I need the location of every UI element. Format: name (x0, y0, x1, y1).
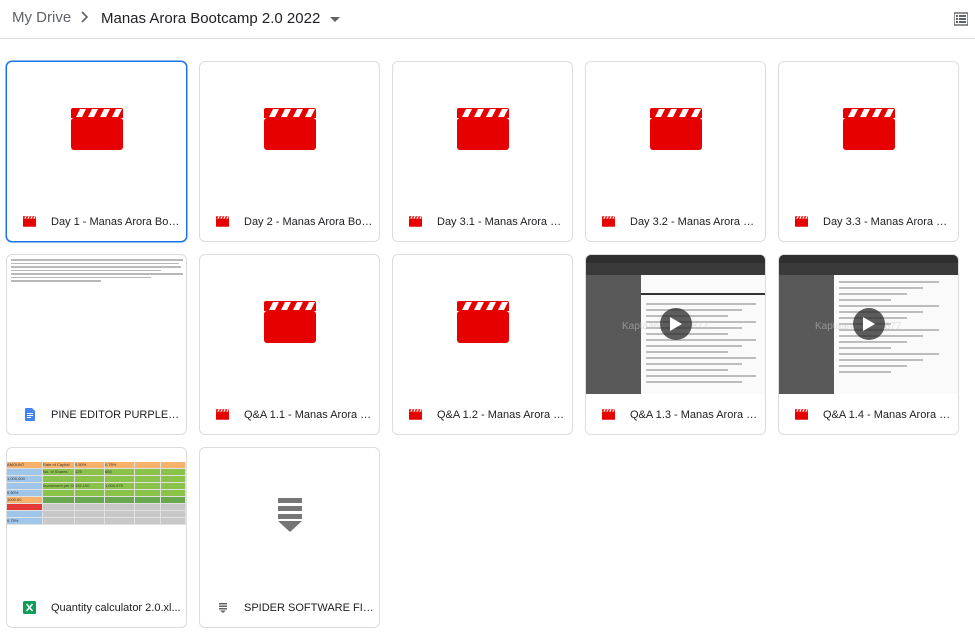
sheets-icon (23, 601, 36, 614)
video-preview-screenshot: Kaptaan…h779877 (779, 255, 958, 394)
video-clapper-icon (23, 215, 36, 228)
file-caption: Day 3.3 - Manas Arora Bo... (779, 201, 958, 241)
chevron-right-icon (80, 10, 90, 29)
file-tile[interactable]: Day 2 - Manas Arora Boo... (199, 61, 380, 242)
video-clapper-icon (649, 108, 702, 155)
video-clapper-icon (795, 408, 808, 421)
file-name: Q&A 1.4 - Manas Arora B... (823, 408, 953, 421)
file-tile[interactable]: Kaptaan…h779877 Q&A 1.4 - Manas Arora B.… (778, 254, 959, 435)
breadcrumb-bar: My Drive Manas Arora Bootcamp 2.0 2022 (0, 0, 975, 39)
preview-browser-tabs (779, 255, 958, 263)
file-name: Day 1 - Manas Arora Boo... (51, 215, 181, 228)
video-preview-screenshot: Kaptaan…h779877 (586, 255, 765, 394)
current-folder-title: Manas Arora Bootcamp 2.0 2022 (101, 9, 321, 27)
file-caption: Q&A 1.3 - Manas Arora B... (586, 394, 765, 434)
video-clapper-icon (263, 108, 316, 155)
file-name: Q&A 1.3 - Manas Arora B... (630, 408, 760, 421)
video-clapper-icon (216, 215, 229, 228)
file-tile[interactable]: Q&A 1.2 - Manas Arora B... (392, 254, 573, 435)
file-tile[interactable]: Day 3.1 - Manas Arora Bo... (392, 61, 573, 242)
file-caption: Quantity calculator 2.0.xl... (7, 587, 186, 627)
file-caption: Q&A 1.1 - Manas Arora B... (200, 394, 379, 434)
file-tile[interactable]: Day 1 - Manas Arora Boo... (6, 61, 187, 242)
file-tile[interactable]: PINE EDITOR PURPLE DO... (6, 254, 187, 435)
video-clapper-icon (842, 108, 895, 155)
list-view-icon[interactable] (953, 12, 969, 26)
play-icon[interactable] (853, 308, 885, 340)
video-clapper-icon (409, 215, 422, 228)
breadcrumb-current-folder[interactable]: Manas Arora Bootcamp 2.0 2022 (101, 9, 341, 27)
file-name: Day 3.1 - Manas Arora Bo... (437, 215, 567, 228)
file-name: Q&A 1.1 - Manas Arora B... (244, 408, 374, 421)
file-name: Day 3.2 - Manas Arora Bo... (630, 215, 760, 228)
caret-down-icon (330, 10, 341, 27)
file-name: Quantity calculator 2.0.xl... (51, 601, 181, 614)
file-tile[interactable]: Day 3.3 - Manas Arora Bo... (778, 61, 959, 242)
archive-icon (277, 498, 302, 537)
video-clapper-icon (602, 408, 615, 421)
file-name: Day 2 - Manas Arora Boo... (244, 215, 374, 228)
preview-browser-tabs (586, 255, 765, 263)
file-tile[interactable]: Kaptaan…h779877 Q&A 1.3 - Manas Arora B.… (585, 254, 766, 435)
video-clapper-icon (216, 408, 229, 421)
video-clapper-icon (795, 215, 808, 228)
preview-toolbar (779, 263, 958, 275)
file-tile[interactable]: AMOUNT Rate of Capital 0.50% 0.75% No. of Sh… (6, 447, 187, 628)
file-caption: Q&A 1.2 - Manas Arora B... (393, 394, 572, 434)
breadcrumb-my-drive[interactable]: My Drive (12, 9, 71, 26)
video-clapper-icon (263, 301, 316, 348)
video-clapper-icon (602, 215, 615, 228)
video-clapper-icon (456, 108, 509, 155)
file-caption: PINE EDITOR PURPLE DO... (7, 394, 186, 434)
file-caption: SPIDER SOFTWARE FILE... (200, 587, 379, 627)
video-clapper-icon (70, 108, 123, 155)
file-tile[interactable]: Day 3.2 - Manas Arora Bo... (585, 61, 766, 242)
file-caption: Day 3.1 - Manas Arora Bo... (393, 201, 572, 241)
document-preview (11, 259, 183, 284)
preview-toolbar (586, 263, 765, 275)
spreadsheet-preview: AMOUNT Rate of Capital 0.50% 0.75% No. of Sh… (7, 462, 186, 525)
file-caption: Q&A 1.4 - Manas Arora B... (779, 394, 958, 434)
docs-icon (23, 408, 36, 421)
archive-icon (216, 601, 229, 614)
file-tile[interactable]: Q&A 1.1 - Manas Arora B... (199, 254, 380, 435)
file-name: SPIDER SOFTWARE FILE... (244, 601, 374, 614)
play-icon[interactable] (660, 308, 692, 340)
video-clapper-icon (456, 301, 509, 348)
file-tile[interactable]: SPIDER SOFTWARE FILE... (199, 447, 380, 628)
file-name: Q&A 1.2 - Manas Arora B... (437, 408, 567, 421)
video-clapper-icon (409, 408, 422, 421)
file-caption: Day 1 - Manas Arora Boo... (7, 201, 186, 241)
file-name: Day 3.3 - Manas Arora Bo... (823, 215, 953, 228)
file-name: PINE EDITOR PURPLE DO... (51, 408, 181, 421)
file-caption: Day 2 - Manas Arora Boo... (200, 201, 379, 241)
file-caption: Day 3.2 - Manas Arora Bo... (586, 201, 765, 241)
